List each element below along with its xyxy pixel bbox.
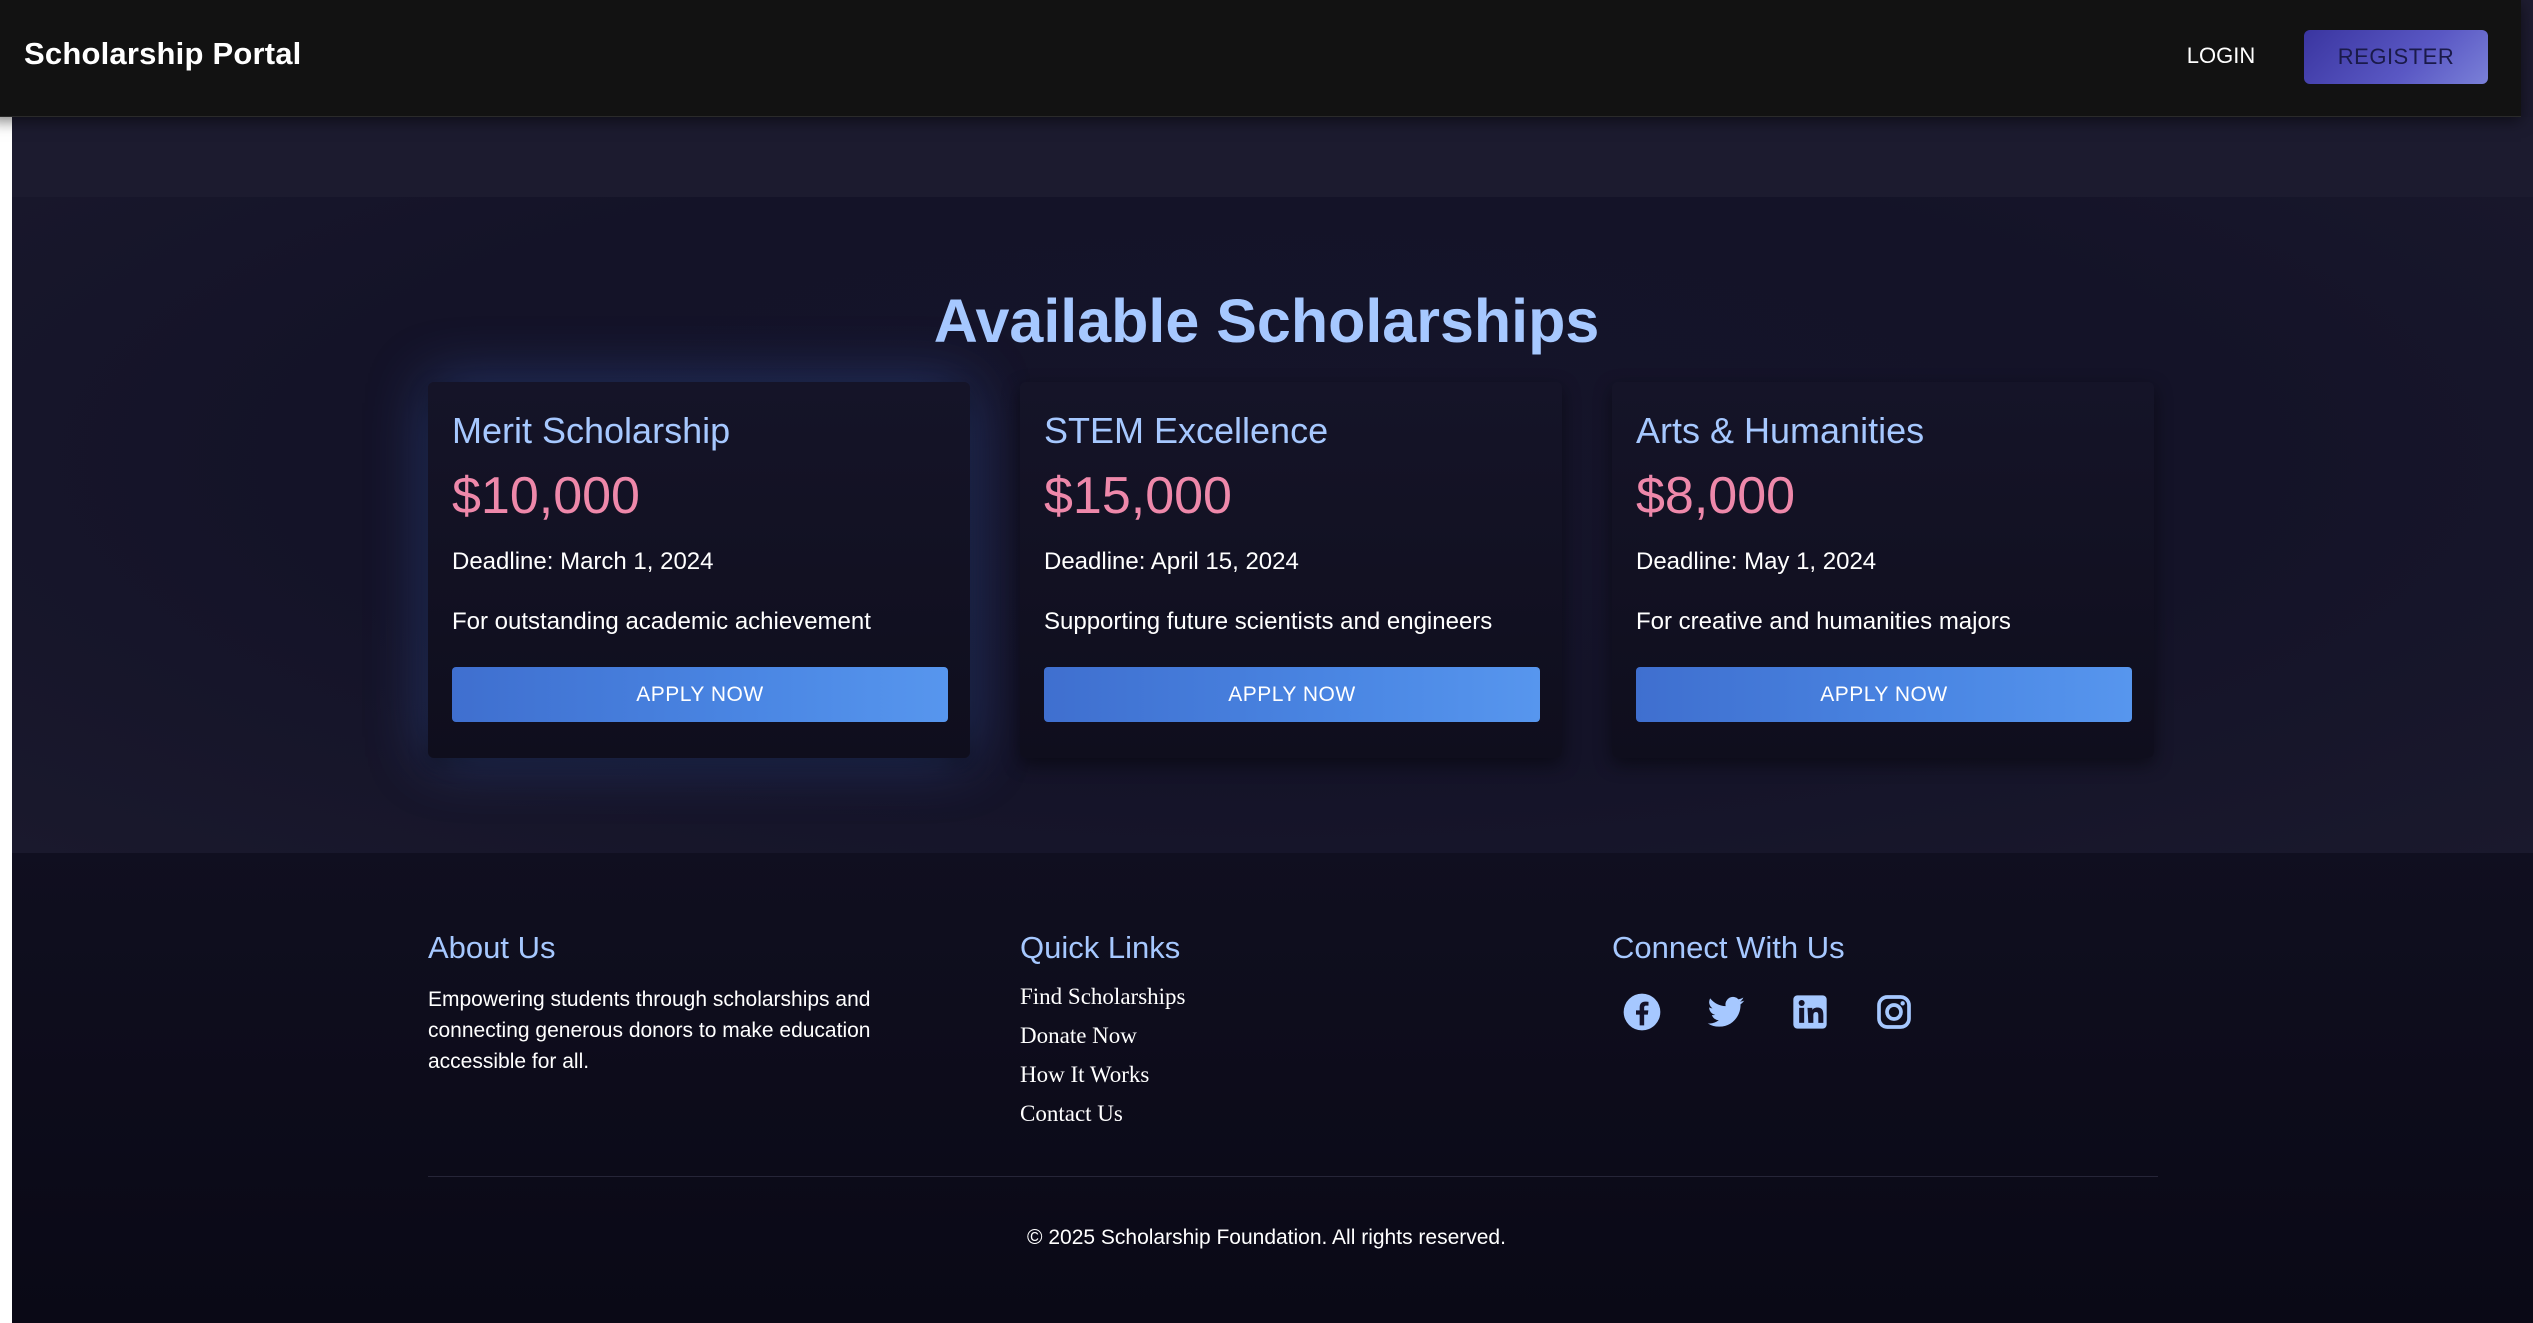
linkedin-icon[interactable] (1790, 992, 1834, 1036)
apply-now-button[interactable]: APPLY NOW (1636, 667, 2132, 722)
card-deadline: Deadline: April 15, 2024 (1044, 548, 1299, 575)
footer-link-donate-now[interactable]: Donate Now (1020, 1019, 1185, 1058)
card-deadline: Deadline: March 1, 2024 (452, 548, 714, 575)
footer-link-find-scholarships[interactable]: Find Scholarships (1020, 980, 1185, 1019)
register-button[interactable]: REGISTER (2304, 30, 2488, 84)
card-title: Arts & Humanities (1636, 410, 1925, 451)
card-amount: $15,000 (1044, 467, 1232, 525)
twitter-icon[interactable] (1706, 992, 1750, 1036)
apply-now-button[interactable]: APPLY NOW (1044, 667, 1540, 722)
section-title: Available Scholarships (933, 287, 1600, 355)
quick-links-list: Find Scholarships Donate Now How It Work… (1020, 980, 1185, 1136)
footer-about-title: About Us (428, 930, 556, 965)
instagram-icon[interactable] (1874, 992, 1918, 1036)
card-amount: $10,000 (452, 467, 640, 525)
scholarship-card-arts: Arts & Humanities $8,000 Deadline: May 1… (1612, 382, 2154, 758)
card-description: For outstanding academic achievement (452, 608, 871, 635)
card-title: STEM Excellence (1044, 410, 1329, 451)
card-description: Supporting future scientists and enginee… (1044, 608, 1493, 635)
card-deadline: Deadline: May 1, 2024 (1636, 548, 1877, 575)
scholarship-card-stem: STEM Excellence $15,000 Deadline: April … (1020, 382, 1562, 758)
login-button[interactable]: LOGIN (2166, 36, 2276, 76)
apply-now-button[interactable]: APPLY NOW (452, 667, 948, 722)
footer-link-contact-us[interactable]: Contact Us (1020, 1097, 1185, 1136)
brand-logo[interactable]: Scholarship Portal (24, 36, 302, 72)
scholarship-card-merit: Merit Scholarship $10,000 Deadline: Marc… (428, 382, 970, 758)
footer-about-text: Empowering students through scholarships… (428, 988, 871, 1073)
footer-link-how-it-works[interactable]: How It Works (1020, 1058, 1185, 1097)
footer-connect-title: Connect With Us (1612, 930, 1845, 965)
top-navbar: Scholarship Portal LOGIN REGISTER (0, 0, 2521, 117)
footer-links-title: Quick Links (1020, 930, 1181, 965)
card-amount: $8,000 (1636, 467, 1796, 525)
footer-divider (428, 1176, 2158, 1177)
hero-band (12, 117, 2533, 197)
card-title: Merit Scholarship (452, 410, 731, 451)
copyright-text: © 2025 Scholarship Foundation. All right… (1027, 1226, 1506, 1249)
card-description: For creative and humanities majors (1636, 608, 2011, 635)
page: Available Scholarships Merit Scholarship… (12, 0, 2533, 1323)
facebook-icon[interactable] (1622, 992, 1666, 1036)
